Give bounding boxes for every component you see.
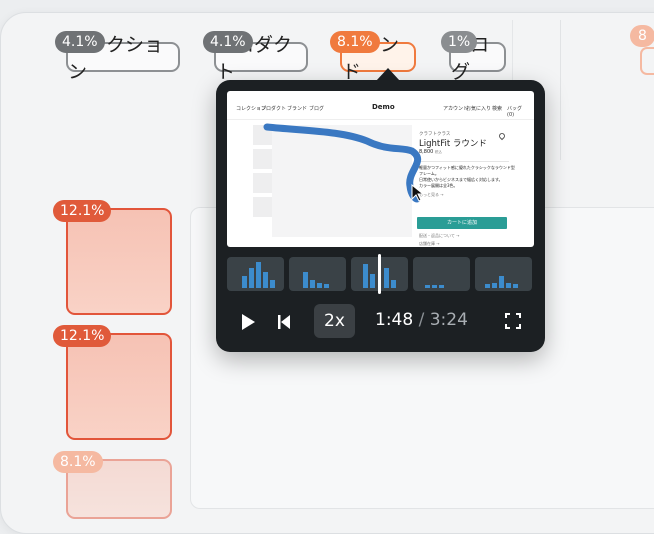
activity-bar (425, 285, 430, 288)
activity-bar (310, 280, 315, 288)
activity-bar (256, 262, 261, 288)
click-rate-badge: 4.1% (203, 31, 253, 53)
activity-bar (317, 283, 322, 288)
activity-bar (303, 272, 308, 288)
time-separator: / (418, 310, 425, 330)
total-duration: 3:24 (429, 310, 468, 330)
mouse-path (263, 123, 422, 203)
divider (512, 20, 513, 80)
activity-bar (492, 283, 497, 288)
skip-back-icon[interactable] (277, 314, 291, 330)
playback-speed-button[interactable]: 2x (314, 304, 355, 338)
fullscreen-icon[interactable] (505, 313, 521, 329)
click-rate-badge: 1% (441, 31, 478, 53)
click-rate-badge: 12.1% (53, 200, 112, 222)
replay-preview: コレクション プロダクト ブランド ブログ アカウント お気に入り 検索 バッグ… (227, 91, 534, 247)
activity-bar (506, 283, 511, 288)
activity-bar (242, 276, 247, 288)
timeline-thumbnail[interactable] (475, 257, 532, 291)
activity-bar (370, 274, 375, 288)
click-rate-badge: 12.1% (53, 325, 112, 347)
cursor-icon (411, 184, 425, 202)
divider (560, 20, 561, 160)
click-rate-badge: 8 (630, 25, 654, 47)
activity-bar (249, 268, 254, 288)
activity-bar (513, 284, 518, 288)
heatmap-region[interactable] (66, 208, 172, 315)
activity-bar (432, 285, 437, 288)
nav-item-overflow[interactable] (640, 47, 654, 75)
play-icon[interactable] (240, 313, 256, 331)
activity-bar (499, 276, 504, 288)
activity-bar (263, 272, 268, 288)
timeline-thumbnail[interactable] (227, 257, 284, 291)
activity-bar (324, 284, 329, 288)
activity-bar (439, 285, 444, 288)
timeline-thumbnail[interactable] (413, 257, 470, 291)
click-rate-badge: 8.1% (53, 451, 103, 473)
activity-bar (384, 268, 389, 288)
heatmap-region[interactable] (66, 333, 172, 440)
activity-bar (363, 264, 368, 288)
click-rate-badge: 8.1% (330, 31, 380, 53)
playback-time: 1:48 / 3:24 (375, 310, 468, 330)
playhead[interactable] (378, 254, 381, 294)
click-rate-badge: 4.1% (55, 31, 105, 53)
activity-bar (485, 284, 490, 288)
timeline-thumbnail[interactable] (289, 257, 346, 291)
session-replay-popover: コレクション プロダクト ブランド ブログ アカウント お気に入り 検索 バッグ… (216, 80, 545, 352)
activity-bar (391, 280, 396, 288)
mouse-path-trail (263, 123, 422, 203)
current-time: 1:48 (375, 310, 414, 330)
activity-bar (270, 280, 275, 288)
